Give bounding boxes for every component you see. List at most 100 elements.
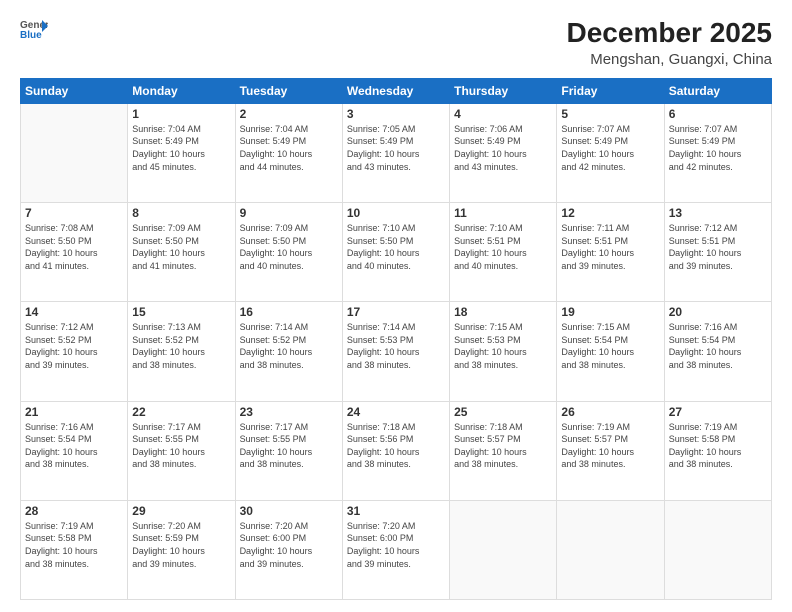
calendar-cell: 1 Sunrise: 7:04 AM Sunset: 5:49 PM Daylig… [128,103,235,202]
day-number: 20 [669,305,767,319]
calendar-cell: 28 Sunrise: 7:19 AM Sunset: 5:58 PM Dayli… [21,500,128,599]
day-number: 28 [25,504,123,518]
title-block: December 2025 Mengshan, Guangxi, China [567,18,772,68]
logo: General Blue [20,18,48,40]
calendar-cell: 18Sunrise: 7:15 AM Sunset: 5:53 PM Dayli… [450,302,557,401]
day-info: Sunrise: 7:16 AM Sunset: 5:54 PM Dayligh… [669,321,767,371]
calendar-week-3: 14Sunrise: 7:12 AM Sunset: 5:52 PM Dayli… [21,302,772,401]
day-number: 29 [132,504,230,518]
day-info: Sunrise: 7:17 AM Sunset: 5:55 PM Dayligh… [132,421,230,471]
day-number: 27 [669,405,767,419]
day-number: 8 [132,206,230,220]
day-info: Sunrise: 7:18 AM Sunset: 5:57 PM Dayligh… [454,421,552,471]
calendar-header-row: Sunday Monday Tuesday Wednesday Thursday… [21,78,772,103]
day-number: 6 [669,107,767,121]
calendar-cell: 7Sunrise: 7:08 AM Sunset: 5:50 PM Daylig… [21,203,128,302]
day-number: 5 [561,107,659,121]
day-number: 23 [240,405,338,419]
calendar-table: Sunday Monday Tuesday Wednesday Thursday… [20,78,772,600]
day-info: Sunrise: 7:19 AM Sunset: 5:58 PM Dayligh… [669,421,767,471]
day-info: Sunrise: 7:04 AM Sunset: 5:49 PM Dayligh… [132,123,230,173]
col-monday: Monday [128,78,235,103]
day-info: Sunrise: 7:11 AM Sunset: 5:51 PM Dayligh… [561,222,659,272]
day-info: Sunrise: 7:18 AM Sunset: 5:56 PM Dayligh… [347,421,445,471]
calendar-cell [664,500,771,599]
col-sunday: Sunday [21,78,128,103]
day-number: 4 [454,107,552,121]
day-number: 3 [347,107,445,121]
day-info: Sunrise: 7:19 AM Sunset: 5:58 PM Dayligh… [25,520,123,570]
day-info: Sunrise: 7:12 AM Sunset: 5:51 PM Dayligh… [669,222,767,272]
page: General Blue December 2025 Mengshan, Gua… [0,0,792,612]
location: Mengshan, Guangxi, China [567,51,772,68]
calendar-cell: 8 Sunrise: 7:09 AM Sunset: 5:50 PM Daylig… [128,203,235,302]
calendar-cell: 2Sunrise: 7:04 AM Sunset: 5:49 PM Daylig… [235,103,342,202]
day-number: 1 [132,107,230,121]
calendar-cell: 19 Sunrise: 7:15 AM Sunset: 5:54 PM Dayli… [557,302,664,401]
calendar-cell: 14Sunrise: 7:12 AM Sunset: 5:52 PM Dayli… [21,302,128,401]
day-number: 21 [25,405,123,419]
col-thursday: Thursday [450,78,557,103]
day-number: 24 [347,405,445,419]
day-number: 10 [347,206,445,220]
calendar-week-2: 7Sunrise: 7:08 AM Sunset: 5:50 PM Daylig… [21,203,772,302]
day-number: 25 [454,405,552,419]
day-info: Sunrise: 7:07 AM Sunset: 5:49 PM Dayligh… [561,123,659,173]
day-info: Sunrise: 7:08 AM Sunset: 5:50 PM Dayligh… [25,222,123,272]
calendar-cell: 6 Sunrise: 7:07 AM Sunset: 5:49 PM Daylig… [664,103,771,202]
calendar-cell: 21 Sunrise: 7:16 AM Sunset: 5:54 PM Dayli… [21,401,128,500]
day-info: Sunrise: 7:20 AM Sunset: 6:00 PM Dayligh… [240,520,338,570]
calendar-cell: 30Sunrise: 7:20 AM Sunset: 6:00 PM Dayli… [235,500,342,599]
day-number: 19 [561,305,659,319]
day-info: Sunrise: 7:10 AM Sunset: 5:50 PM Dayligh… [347,222,445,272]
col-tuesday: Tuesday [235,78,342,103]
month-year: December 2025 [567,18,772,49]
day-number: 31 [347,504,445,518]
header: General Blue December 2025 Mengshan, Gua… [20,18,772,68]
day-info: Sunrise: 7:09 AM Sunset: 5:50 PM Dayligh… [132,222,230,272]
calendar-week-4: 21 Sunrise: 7:16 AM Sunset: 5:54 PM Dayli… [21,401,772,500]
calendar-week-5: 28 Sunrise: 7:19 AM Sunset: 5:58 PM Dayli… [21,500,772,599]
day-number: 22 [132,405,230,419]
day-info: Sunrise: 7:14 AM Sunset: 5:52 PM Dayligh… [240,321,338,371]
day-number: 13 [669,206,767,220]
day-info: Sunrise: 7:19 AM Sunset: 5:57 PM Dayligh… [561,421,659,471]
calendar-cell: 20 Sunrise: 7:16 AM Sunset: 5:54 PM Dayli… [664,302,771,401]
col-wednesday: Wednesday [342,78,449,103]
day-number: 15 [132,305,230,319]
calendar-cell: 24 Sunrise: 7:18 AM Sunset: 5:56 PM Dayli… [342,401,449,500]
day-info: Sunrise: 7:09 AM Sunset: 5:50 PM Dayligh… [240,222,338,272]
calendar-body: 1 Sunrise: 7:04 AM Sunset: 5:49 PM Daylig… [21,103,772,599]
calendar-cell: 22 Sunrise: 7:17 AM Sunset: 5:55 PM Dayli… [128,401,235,500]
calendar-cell: 12Sunrise: 7:11 AM Sunset: 5:51 PM Dayli… [557,203,664,302]
calendar-cell: 13 Sunrise: 7:12 AM Sunset: 5:51 PM Dayli… [664,203,771,302]
day-info: Sunrise: 7:14 AM Sunset: 5:53 PM Dayligh… [347,321,445,371]
calendar-cell: 29 Sunrise: 7:20 AM Sunset: 5:59 PM Dayli… [128,500,235,599]
day-number: 9 [240,206,338,220]
day-number: 17 [347,305,445,319]
calendar-cell: 17 Sunrise: 7:14 AM Sunset: 5:53 PM Dayli… [342,302,449,401]
day-info: Sunrise: 7:04 AM Sunset: 5:49 PM Dayligh… [240,123,338,173]
day-info: Sunrise: 7:17 AM Sunset: 5:55 PM Dayligh… [240,421,338,471]
calendar-week-1: 1 Sunrise: 7:04 AM Sunset: 5:49 PM Daylig… [21,103,772,202]
day-info: Sunrise: 7:16 AM Sunset: 5:54 PM Dayligh… [25,421,123,471]
calendar-cell: 23 Sunrise: 7:17 AM Sunset: 5:55 PM Dayli… [235,401,342,500]
day-info: Sunrise: 7:12 AM Sunset: 5:52 PM Dayligh… [25,321,123,371]
logo-icon: General Blue [20,18,48,40]
day-number: 16 [240,305,338,319]
calendar-cell [557,500,664,599]
calendar-cell [450,500,557,599]
calendar-cell: 4 Sunrise: 7:06 AM Sunset: 5:49 PM Daylig… [450,103,557,202]
day-info: Sunrise: 7:06 AM Sunset: 5:49 PM Dayligh… [454,123,552,173]
day-info: Sunrise: 7:05 AM Sunset: 5:49 PM Dayligh… [347,123,445,173]
day-info: Sunrise: 7:20 AM Sunset: 5:59 PM Dayligh… [132,520,230,570]
day-info: Sunrise: 7:07 AM Sunset: 5:49 PM Dayligh… [669,123,767,173]
svg-text:Blue: Blue [20,30,42,40]
day-info: Sunrise: 7:15 AM Sunset: 5:54 PM Dayligh… [561,321,659,371]
calendar-cell: 9 Sunrise: 7:09 AM Sunset: 5:50 PM Daylig… [235,203,342,302]
day-number: 18 [454,305,552,319]
day-number: 26 [561,405,659,419]
calendar-cell: 15Sunrise: 7:13 AM Sunset: 5:52 PM Dayli… [128,302,235,401]
calendar-cell: 10 Sunrise: 7:10 AM Sunset: 5:50 PM Dayli… [342,203,449,302]
calendar-cell: 3 Sunrise: 7:05 AM Sunset: 5:49 PM Daylig… [342,103,449,202]
